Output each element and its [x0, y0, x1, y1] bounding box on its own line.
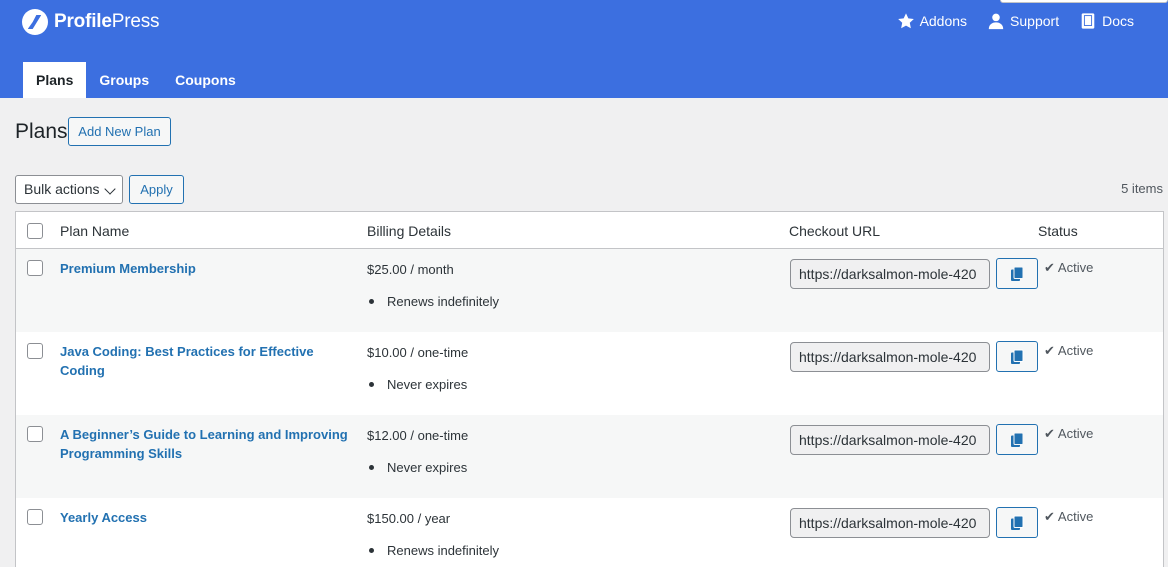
- billing-note: Renews indefinitely: [367, 294, 499, 309]
- status-badge: ✔ Active: [1044, 426, 1094, 441]
- billing-note: Never expires: [367, 460, 467, 475]
- row-checkbox[interactable]: [27, 426, 43, 442]
- table-header: Plan Name Billing Details Checkout URL S…: [16, 212, 1163, 249]
- copy-url-button[interactable]: [996, 341, 1038, 372]
- copy-icon: [1011, 266, 1024, 281]
- search-field-edge[interactable]: [1000, 0, 1168, 3]
- copy-url-button[interactable]: [996, 507, 1038, 538]
- section-tabs: Plans Groups Coupons: [23, 62, 249, 98]
- status-badge: ✔ Active: [1044, 260, 1094, 275]
- status-badge: ✔ Active: [1044, 343, 1094, 358]
- check-icon: ✔: [1044, 260, 1055, 275]
- billing-price: $25.00 / month: [367, 262, 454, 277]
- checkout-url-field[interactable]: https://darksalmon-mole-420: [790, 259, 990, 289]
- billing-note: Never expires: [367, 377, 467, 392]
- column-plan-name[interactable]: Plan Name: [60, 223, 129, 239]
- select-all-checkbox[interactable]: [27, 223, 43, 239]
- addons-label: Addons: [919, 13, 968, 29]
- checkout-url-field[interactable]: https://darksalmon-mole-420: [790, 425, 990, 455]
- top-links: Addons Support Docs: [897, 12, 1134, 30]
- bulk-actions-value: Bulk actions: [24, 181, 100, 197]
- row-checkbox[interactable]: [27, 509, 43, 525]
- bulk-actions-select[interactable]: Bulk actions: [15, 175, 123, 204]
- column-status: Status: [1038, 223, 1078, 239]
- apply-button[interactable]: Apply: [129, 175, 184, 204]
- profilepress-logo-icon: [22, 9, 48, 35]
- docs-label: Docs: [1102, 13, 1134, 29]
- billing-price: $12.00 / one-time: [367, 428, 469, 443]
- tab-plans[interactable]: Plans: [23, 62, 87, 98]
- copy-url-button[interactable]: [996, 424, 1038, 455]
- check-icon: ✔: [1044, 426, 1055, 441]
- support-label: Support: [1010, 13, 1060, 29]
- docs-link[interactable]: Docs: [1079, 12, 1134, 30]
- tab-coupons[interactable]: Coupons: [162, 62, 249, 98]
- table-row: Java Coding: Best Practices for Effectiv…: [16, 332, 1163, 415]
- copy-icon: [1011, 349, 1024, 364]
- copy-url-button[interactable]: [996, 258, 1038, 289]
- checkout-url-field[interactable]: https://darksalmon-mole-420: [790, 342, 990, 372]
- copy-icon: [1011, 432, 1024, 447]
- plan-name-link[interactable]: Java Coding: Best Practices for Effectiv…: [60, 342, 350, 380]
- page-title: Plans: [15, 120, 68, 143]
- checkout-url-field[interactable]: https://darksalmon-mole-420: [790, 508, 990, 538]
- top-header: ProfilePress Addons Support Docs Plans G…: [0, 0, 1168, 98]
- user-icon: [987, 12, 1005, 30]
- table-row: Yearly Access $150.00 / year Renews inde…: [16, 498, 1163, 567]
- row-checkbox[interactable]: [27, 343, 43, 359]
- add-new-plan-button[interactable]: Add New Plan: [68, 117, 171, 146]
- support-link[interactable]: Support: [987, 12, 1059, 30]
- plan-name-link[interactable]: Yearly Access: [60, 508, 350, 527]
- check-icon: ✔: [1044, 343, 1055, 358]
- tab-groups[interactable]: Groups: [86, 62, 162, 98]
- plan-name-link[interactable]: Premium Membership: [60, 259, 350, 278]
- chevron-down-icon: [104, 183, 116, 195]
- billing-price: $150.00 / year: [367, 511, 451, 526]
- addons-link[interactable]: Addons: [897, 12, 967, 30]
- plans-table: Plan Name Billing Details Checkout URL S…: [15, 211, 1164, 567]
- status-badge: ✔ Active: [1044, 509, 1094, 524]
- column-checkout-url: Checkout URL: [789, 223, 881, 239]
- table-row: Premium Membership $25.00 / month Renews…: [16, 249, 1163, 332]
- row-checkbox[interactable]: [27, 260, 43, 276]
- billing-note: Renews indefinitely: [367, 543, 499, 558]
- star-icon: [897, 12, 915, 30]
- billing-price: $10.00 / one-time: [367, 345, 469, 360]
- table-row: A Beginner’s Guide to Learning and Impro…: [16, 415, 1163, 498]
- book-icon: [1079, 12, 1097, 30]
- brand[interactable]: ProfilePress: [22, 9, 160, 35]
- brand-name: ProfilePress: [54, 11, 160, 32]
- column-billing-details: Billing Details: [367, 223, 452, 239]
- plan-name-link[interactable]: A Beginner’s Guide to Learning and Impro…: [60, 425, 350, 463]
- copy-icon: [1011, 515, 1024, 530]
- items-count: 5 items: [1121, 181, 1163, 196]
- check-icon: ✔: [1044, 509, 1055, 524]
